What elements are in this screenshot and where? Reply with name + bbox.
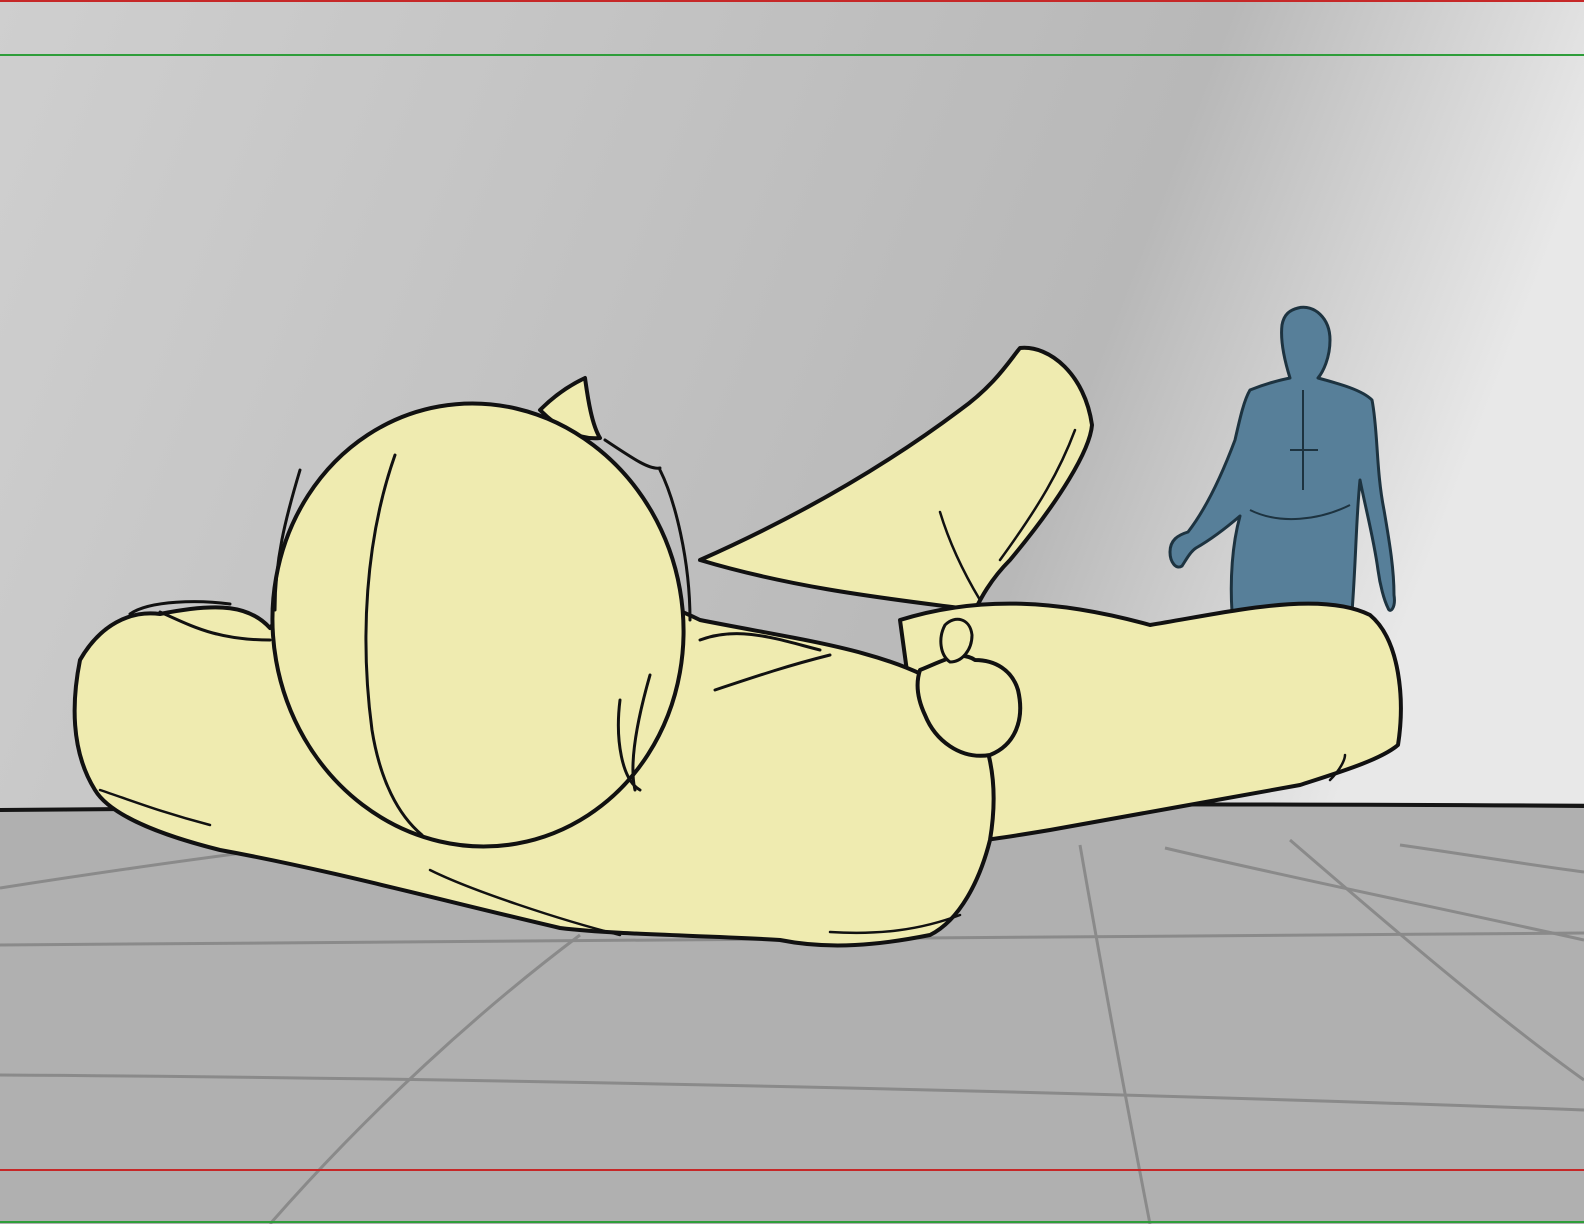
storyboard-panel: [0, 0, 1584, 1224]
storyboard-drawing: [0, 0, 1584, 1224]
